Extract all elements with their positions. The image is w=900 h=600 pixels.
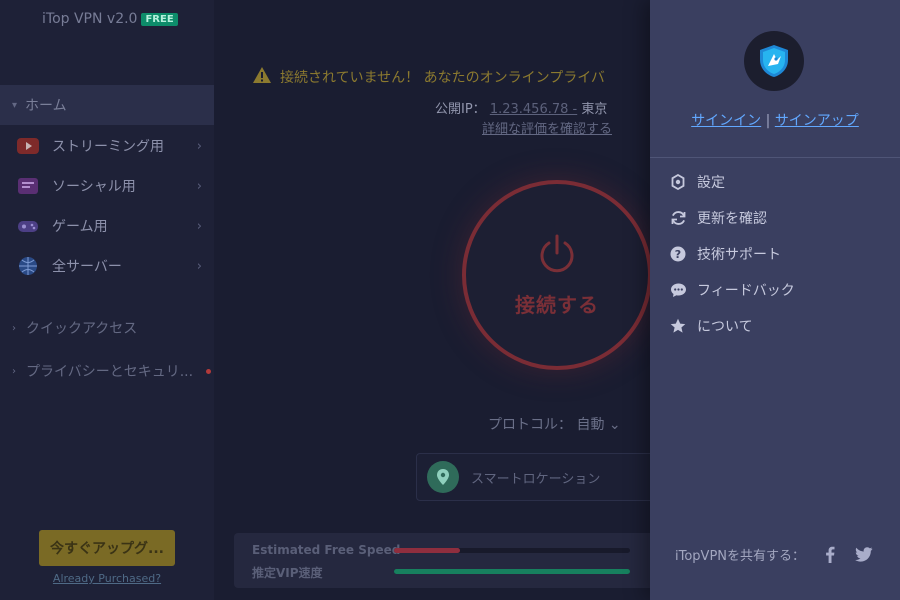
smart-location-selector[interactable]: スマートロケーション [416, 453, 676, 501]
star-icon [669, 317, 687, 335]
sign-in-link[interactable]: サインイン [691, 113, 761, 129]
protocol-value: 自動 [576, 417, 605, 433]
itop-vpn-logo-icon [744, 31, 804, 91]
location-pin-icon [427, 461, 459, 493]
app-title: iTop VPN v2.0 FREE [42, 11, 178, 27]
connect-label: 接続する [515, 292, 599, 317]
ip-value: 1.23.456.78 - [489, 102, 578, 117]
feedback-icon [669, 281, 687, 299]
chevron-down-icon: ▾ [12, 99, 18, 111]
ip-label: 公開IP： [435, 102, 486, 117]
share-section: iTopVPNを共有する： [675, 545, 885, 564]
social-icon [16, 174, 40, 198]
auth-separator: | [765, 113, 771, 129]
chevron-right-icon: › [12, 365, 16, 377]
sidebar-section-label: プライバシーとセキュリ... [26, 364, 194, 380]
sign-up-link[interactable]: サインアップ [775, 113, 859, 129]
protocol-selector[interactable]: プロトコル： 自動 ⌄ [488, 414, 621, 434]
menu-item-label: 更新を確認 [697, 211, 767, 227]
vip-speed-bar [394, 569, 630, 574]
smart-location-label: スマートロケーション [471, 471, 601, 487]
sidebar-quick-access[interactable]: › クイックアクセス [0, 313, 214, 343]
menu-item-feedback[interactable]: フィードバック [650, 272, 900, 308]
sidebar-privacy-security[interactable]: › プライバシーとセキュリ... [0, 356, 214, 386]
menu-item-check-update[interactable]: 更新を確認 [650, 200, 900, 236]
chevron-right-icon: › [196, 138, 202, 154]
connection-warning: 接続されていません！ あなたのオンラインプライバ [252, 66, 605, 88]
refresh-icon [669, 209, 687, 227]
chevron-down-icon: ⌄ [608, 417, 621, 433]
sidebar-nav: ストリーミング用 › ソーシャル用 › ゲーム用 › 全サーバー › [0, 126, 214, 286]
menu-item-settings[interactable]: 設定 [650, 164, 900, 200]
vip-speed-bar-fill [394, 569, 630, 574]
sidebar-item-label: ソーシャル用 [52, 179, 136, 195]
sidebar-item-label: ストリーミング用 [52, 139, 164, 155]
connect-button[interactable]: 接続する [462, 180, 652, 370]
sidebar-item-label: ゲーム用 [52, 219, 108, 235]
vip-speed-label: 推定VIP速度 [252, 566, 323, 580]
chevron-right-icon: › [196, 258, 202, 274]
already-purchased-link[interactable]: Already Purchased? [0, 572, 214, 585]
svg-text:?: ? [675, 248, 681, 261]
globe-icon [16, 254, 40, 278]
sidebar-item-gaming[interactable]: ゲーム用 › [0, 206, 214, 246]
sidebar-item-streaming[interactable]: ストリーミング用 › [0, 126, 214, 166]
chevron-right-icon: › [12, 322, 16, 334]
details-link[interactable]: 詳細な評価を確認する [482, 118, 612, 137]
public-ip: 公開IP： 1.23.456.78 - 東京 [435, 98, 607, 117]
sidebar-item-social[interactable]: ソーシャル用 › [0, 166, 214, 206]
panel-menu: 設定 更新を確認 ? 技術サポート フィードバック について [650, 164, 900, 344]
ip-city: 東京 [581, 102, 608, 117]
share-label: iTopVPNを共有する： [675, 549, 806, 564]
sidebar-item-label: ホーム [25, 98, 67, 114]
notification-dot [206, 369, 211, 374]
menu-item-about[interactable]: について [650, 308, 900, 344]
help-icon: ? [669, 245, 687, 263]
menu-item-label: について [697, 319, 753, 335]
auth-links: サインイン | サインアップ [650, 110, 900, 130]
sidebar-item-home[interactable]: ▾ ホーム [0, 85, 214, 125]
sidebar-section-label: クイックアクセス [26, 321, 138, 337]
facebook-icon[interactable] [825, 546, 835, 563]
warning-icon [252, 66, 272, 88]
menu-item-tech-support[interactable]: ? 技術サポート [650, 236, 900, 272]
gear-icon [669, 173, 687, 191]
chevron-right-icon: › [196, 178, 202, 194]
free-speed-bar-fill [394, 548, 461, 553]
sidebar-item-all-servers[interactable]: 全サーバー › [0, 246, 214, 286]
warning-text: 接続されていません！ あなたのオンラインプライバ [280, 70, 605, 86]
twitter-icon[interactable] [855, 547, 873, 562]
divider [650, 157, 900, 158]
free-badge: FREE [141, 12, 178, 26]
sidebar: iTop VPN v2.0 FREE ▾ ホーム ストリーミング用 › ソーシャ… [0, 0, 214, 600]
free-speed-label: Estimated Free Speed [252, 543, 401, 557]
youtube-icon [16, 134, 40, 158]
protocol-label: プロトコル： [488, 417, 572, 433]
speed-panel: Estimated Free Speed 推定VIP速度 [234, 533, 674, 588]
chevron-right-icon: › [196, 218, 202, 234]
power-icon [537, 233, 577, 279]
free-speed-bar [394, 548, 630, 553]
sidebar-item-label: 全サーバー [52, 259, 122, 275]
menu-item-label: フィードバック [697, 283, 795, 299]
app-title-text: iTop VPN v2.0 [42, 11, 138, 27]
gamepad-icon [16, 214, 40, 238]
upgrade-button[interactable]: 今すぐアップグ... [39, 530, 175, 566]
menu-item-label: 設定 [697, 175, 725, 191]
account-menu-panel: サインイン | サインアップ 設定 更新を確認 ? 技術サポート フィードバック… [650, 0, 900, 600]
menu-item-label: 技術サポート [697, 247, 781, 263]
